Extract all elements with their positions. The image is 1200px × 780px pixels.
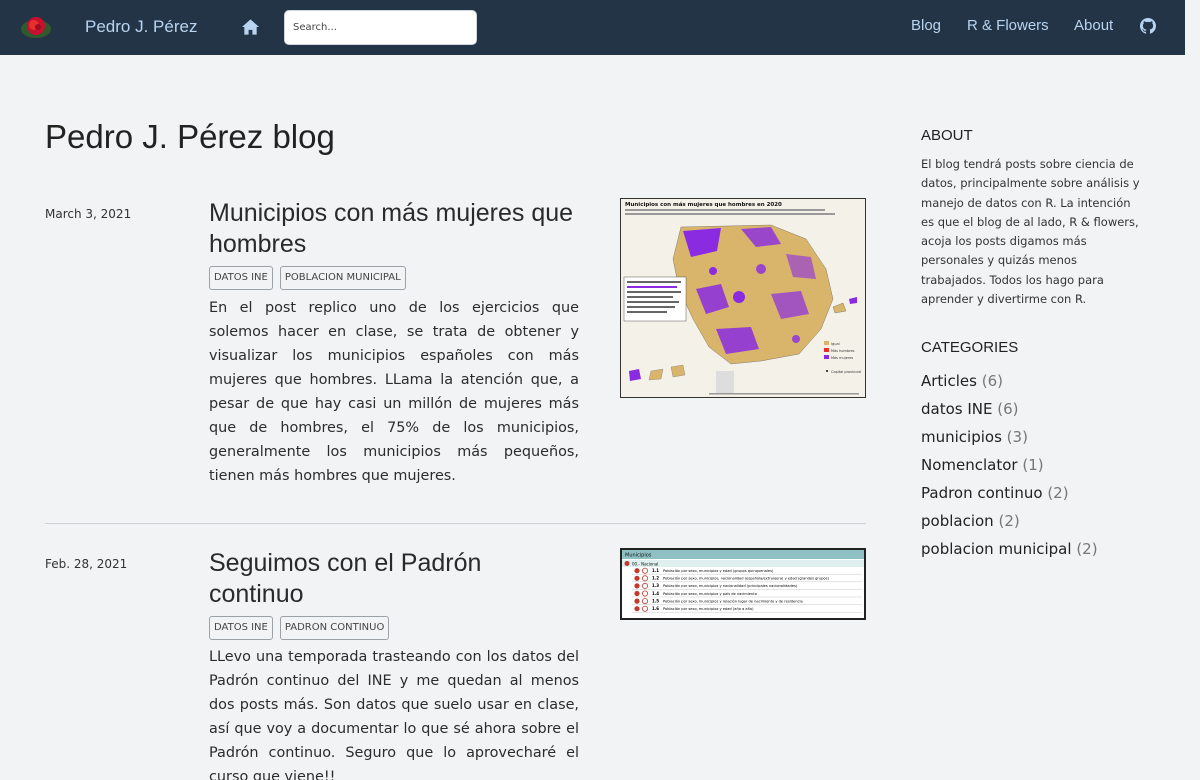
nav-link-r-flowers[interactable]: R & Flowers — [967, 17, 1049, 34]
category-count: (2) — [1076, 540, 1098, 558]
table-row-number: 1.6 — [652, 606, 659, 611]
category-count: (2) — [1047, 484, 1069, 502]
table-row-icon[interactable] — [634, 568, 640, 574]
table-row-number: 1.4 — [652, 591, 659, 596]
post-thumbnail-map[interactable]: Municipios con más mujeres que hombres e… — [620, 198, 866, 398]
post-thumbnail-table[interactable]: Municipios 00.- Nacional 1.1 Población po… — [620, 548, 866, 620]
table-header: Municipios — [625, 553, 652, 559]
category-name[interactable]: Articles — [921, 372, 977, 390]
category-name[interactable]: poblacion municipal — [921, 540, 1072, 558]
category-name[interactable]: poblacion — [921, 512, 994, 530]
tag-poblacion-municipal[interactable]: POBLACION MUNICIPAL — [279, 266, 406, 290]
post-tags: DATOS INE PADRON CONTINUO — [209, 616, 390, 640]
about-text: El blog tendrá posts sobre ciencia de da… — [921, 157, 1140, 307]
category-count: (3) — [1006, 428, 1028, 446]
site-brand[interactable]: Pedro J. Pérez — [85, 17, 197, 37]
post-divider — [45, 523, 866, 524]
info-icon[interactable] — [641, 567, 648, 574]
legend-label: Igual — [831, 342, 840, 346]
scrollbar[interactable] — [1185, 0, 1200, 780]
category-name[interactable]: Nomenclator — [921, 456, 1018, 474]
info-icon[interactable] — [641, 590, 648, 597]
table-row-icon[interactable] — [634, 590, 640, 597]
info-icon[interactable] — [641, 582, 648, 589]
table-row-link[interactable]: Población por sexo, municipios y país de… — [663, 592, 757, 596]
table-row-icon[interactable] — [634, 598, 640, 604]
home-icon[interactable] — [241, 18, 260, 36]
table-row-link[interactable]: Población por sexo, municipios y edad (g… — [663, 569, 774, 573]
table-row-icon[interactable] — [634, 583, 640, 589]
tag-padron-continuo[interactable]: PADRON CONTINUO — [279, 616, 390, 640]
categories-heading: CATEGORIES — [921, 339, 1019, 356]
post-date: Feb. 28, 2021 — [45, 557, 128, 571]
table-row-number: 1.1 — [652, 568, 659, 573]
info-icon[interactable] — [641, 598, 648, 605]
table-row-link[interactable]: Población por sexo, municipios y naciona… — [663, 584, 798, 588]
about-heading: ABOUT — [921, 127, 973, 144]
table-section: 00.- Nacional — [632, 562, 658, 567]
info-icon[interactable] — [641, 575, 648, 582]
post-title-link[interactable]: Municipios con más mujeres que hombres — [209, 198, 579, 260]
table-row-link[interactable]: Población por sexo, municipios, nacional… — [663, 577, 829, 581]
table-row-number: 1.5 — [652, 598, 659, 603]
ine-table-image: Municipios 00.- Nacional 1.1 Población po… — [622, 550, 864, 613]
post-date: March 3, 2021 — [45, 207, 132, 221]
nav-link-blog[interactable]: Blog — [911, 17, 941, 34]
category-item[interactable]: Nomenclator (1) — [921, 454, 1098, 482]
post-tags: DATOS INE POBLACION MUNICIPAL — [209, 266, 406, 290]
category-item[interactable]: datos INE (6) — [921, 398, 1098, 426]
table-row-icon[interactable] — [634, 606, 640, 612]
page-title: Pedro J. Pérez blog — [45, 118, 335, 155]
post-title-link[interactable]: Seguimos con el Padrón continuo — [209, 548, 579, 610]
category-count: (6) — [997, 400, 1019, 418]
nav-link-about[interactable]: About — [1074, 17, 1113, 34]
tag-datos-ine[interactable]: DATOS INE — [209, 616, 273, 640]
map-title: Municipios con más mujeres que hombres e… — [625, 201, 782, 208]
search-input[interactable] — [284, 10, 477, 45]
table-row-icon[interactable] — [634, 575, 640, 581]
table-row-link[interactable]: Población por sexo, municipios y relació… — [663, 599, 803, 603]
category-name[interactable]: datos INE — [921, 400, 992, 418]
rose-logo[interactable] — [19, 13, 53, 41]
table-row-number: 1.3 — [652, 583, 659, 588]
category-count: (6) — [981, 372, 1003, 390]
top-navbar: Pedro J. Pérez Blog R & Flowers About — [0, 0, 1185, 55]
category-name[interactable]: Padron continuo — [921, 484, 1043, 502]
category-count: (2) — [998, 512, 1020, 530]
category-count: (1) — [1022, 456, 1044, 474]
category-item[interactable]: poblacion (2) — [921, 510, 1098, 538]
legend-label: Capital provincial — [831, 370, 861, 374]
table-row-number: 1.2 — [652, 576, 659, 581]
category-item[interactable]: municipios (3) — [921, 426, 1098, 454]
table-row-link[interactable]: Población por sexo, municipios y edad (a… — [663, 607, 754, 611]
category-name[interactable]: municipios — [921, 428, 1002, 446]
category-item[interactable]: Articles (6) — [921, 370, 1098, 398]
legend-label: Más mujeres — [831, 356, 853, 360]
post-excerpt: LLevo una temporada trasteando con los d… — [209, 649, 579, 780]
tag-datos-ine[interactable]: DATOS INE — [209, 266, 273, 290]
info-icon[interactable] — [641, 605, 648, 612]
category-item[interactable]: poblacion municipal (2) — [921, 538, 1098, 566]
spain-map-image: Municipios con más mujeres que hombres e… — [623, 201, 861, 395]
category-item[interactable]: Padron continuo (2) — [921, 482, 1098, 510]
post-excerpt: En el post replico uno de los ejercicios… — [209, 300, 579, 484]
legend-label: Más hombres — [831, 349, 855, 353]
categories-list: Articles (6) datos INE (6) municipios (3… — [921, 370, 1098, 566]
github-icon[interactable] — [1140, 18, 1156, 34]
